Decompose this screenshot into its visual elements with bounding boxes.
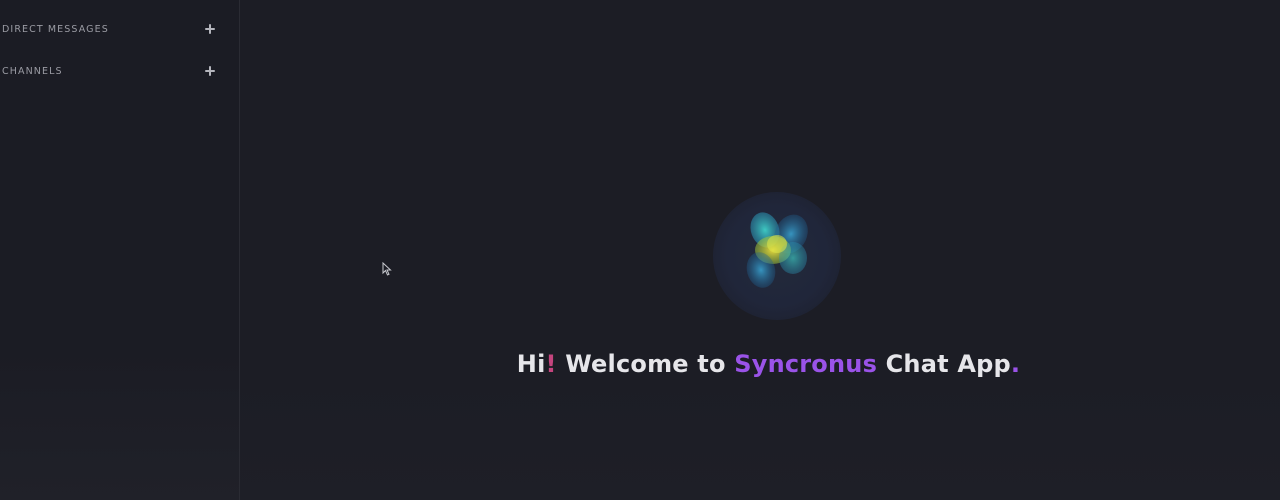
brand-name: Syncronus xyxy=(734,350,878,378)
welcome-to: Welcome to xyxy=(556,350,735,378)
welcome-message: Hi! Welcome to Syncronus Chat App. xyxy=(240,350,1280,378)
main-panel: Hi! Welcome to Syncronus Chat App. xyxy=(240,0,1280,500)
app-logo-icon xyxy=(713,192,841,320)
welcome-hi: Hi xyxy=(516,350,546,378)
welcome-period: . xyxy=(1010,350,1021,378)
channels-label: CHANNELS xyxy=(2,65,63,77)
add-channel-plus-icon[interactable] xyxy=(204,65,216,77)
mouse-cursor-icon xyxy=(382,262,392,276)
sidebar: DIRECT MESSAGES CHANNELS xyxy=(0,0,240,500)
add-direct-message-plus-icon[interactable] xyxy=(204,23,216,35)
app-window: DIRECT MESSAGES CHANNELS Hi! Welcome to … xyxy=(0,0,1280,500)
direct-messages-label: DIRECT MESSAGES xyxy=(2,23,109,35)
direct-messages-header[interactable]: DIRECT MESSAGES xyxy=(0,19,220,39)
welcome-exclaim: ! xyxy=(545,350,557,378)
welcome-chat-app: Chat App xyxy=(877,350,1011,378)
channels-header[interactable]: CHANNELS xyxy=(0,61,220,81)
